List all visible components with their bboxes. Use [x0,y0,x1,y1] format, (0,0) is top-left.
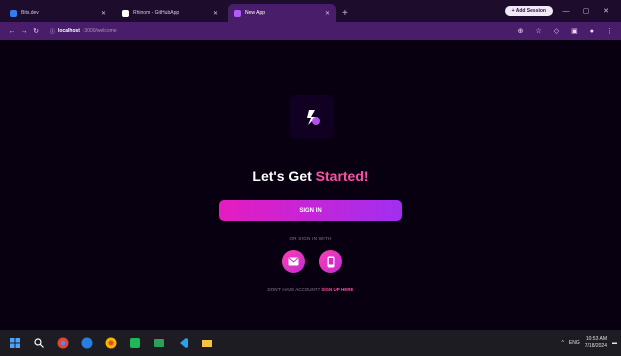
toolbar-actions: ⊕ ☆ ◇ ▣ ● ⋮ [518,22,613,40]
firefox-icon[interactable] [102,334,120,352]
plus-icon[interactable]: + [342,8,348,19]
tab-favicon-icon [122,9,129,17]
browser-toolbar: ← → ↻ ⓘ localhost:3000/welcome ⊕ ☆ ◇ ▣ ●… [0,22,621,40]
tab-favicon-icon [10,9,17,17]
browser-tab-2[interactable]: Rhinom - GitHubApp ✕ [116,4,224,22]
vscode-icon[interactable] [174,334,192,352]
search-icon[interactable] [30,334,48,352]
browser-icon[interactable] [78,334,96,352]
explorer-icon[interactable] [198,334,216,352]
notification-icon[interactable]: ▬ [612,340,617,346]
minimize-icon[interactable]: — [559,8,573,15]
window-actions: + Add Session — ▢ ✕ [504,0,621,22]
tab-favicon-icon [234,9,241,17]
chrome-icon[interactable] [54,334,72,352]
maximize-icon[interactable]: ▢ [579,7,593,15]
forward-icon[interactable]: → [18,28,30,35]
app-logo [290,95,334,139]
zoom-icon[interactable]: ⊕ [518,27,524,35]
close-icon[interactable]: ✕ [325,10,330,17]
back-icon[interactable]: ← [6,28,18,35]
signup-question: DON'T HAVE ACCOUNT? [267,287,320,292]
tab-label: Bits.dev [21,10,39,16]
clock[interactable]: 10:53 AM 7/18/2024 [585,336,607,350]
info-icon: ⓘ [50,28,56,35]
url-host: localhost [58,28,80,34]
language-indicator[interactable]: ENG [569,340,580,346]
url-path: :3000/welcome [82,28,117,34]
windows-start-icon[interactable] [6,334,24,352]
clock-date: 7/18/2024 [584,343,607,349]
sign-in-button[interactable]: SIGN IN [219,200,402,221]
profile-icon[interactable]: ● [590,28,594,35]
menu-icon[interactable]: ⋮ [606,27,613,35]
star-icon[interactable]: ☆ [535,27,541,35]
clock-time: 10:53 AM [585,336,607,342]
address-bar[interactable]: ⓘ localhost:3000/welcome [50,28,117,35]
mail-icon [288,257,299,266]
add-session-button[interactable]: + Add Session [504,6,553,16]
title-main: Let's Get [252,168,312,184]
welcome-page: Let's Get Started! SIGN IN OR SIGN IN WI… [0,40,621,330]
social-signin-row [282,250,342,273]
page-title: Let's Get Started! [0,168,621,184]
phone-icon [327,256,334,267]
extensions-icon[interactable]: ◇ [554,27,559,35]
close-icon[interactable]: ✕ [213,10,218,17]
title-accent: Started! [315,168,369,184]
reload-icon[interactable]: ↻ [30,27,42,35]
signup-link[interactable]: SIGN UP HERE [321,287,353,292]
logo-icon [307,110,320,125]
browser-tab-1[interactable]: Bits.dev ✕ [4,4,112,22]
split-view-icon[interactable]: ▣ [571,27,578,35]
tab-label: Rhinom - GitHubApp [133,10,180,16]
close-window-icon[interactable]: ✕ [599,7,613,15]
signup-prompt: DON'T HAVE ACCOUNT? SIGN UP HERE [0,287,621,292]
phone-signin-button[interactable] [319,250,342,273]
alt-signin-label: OR SIGN IN WITH [289,236,332,241]
app-green-icon[interactable] [126,334,144,352]
tab-label: New App [245,10,266,16]
browser-tab-3[interactable]: New App ✕ [228,4,336,22]
taskbar [0,330,621,356]
app-slides-icon[interactable] [150,334,168,352]
email-signin-button[interactable] [282,250,305,273]
browser-tab-strip: Bits.dev ✕ Rhinom - GitHubApp ✕ New App … [0,0,621,22]
chevron-up-icon[interactable]: ^ [562,340,564,346]
close-icon[interactable]: ✕ [101,10,106,17]
system-tray: ^ ENG 10:53 AM 7/18/2024 ▬ [562,330,617,356]
